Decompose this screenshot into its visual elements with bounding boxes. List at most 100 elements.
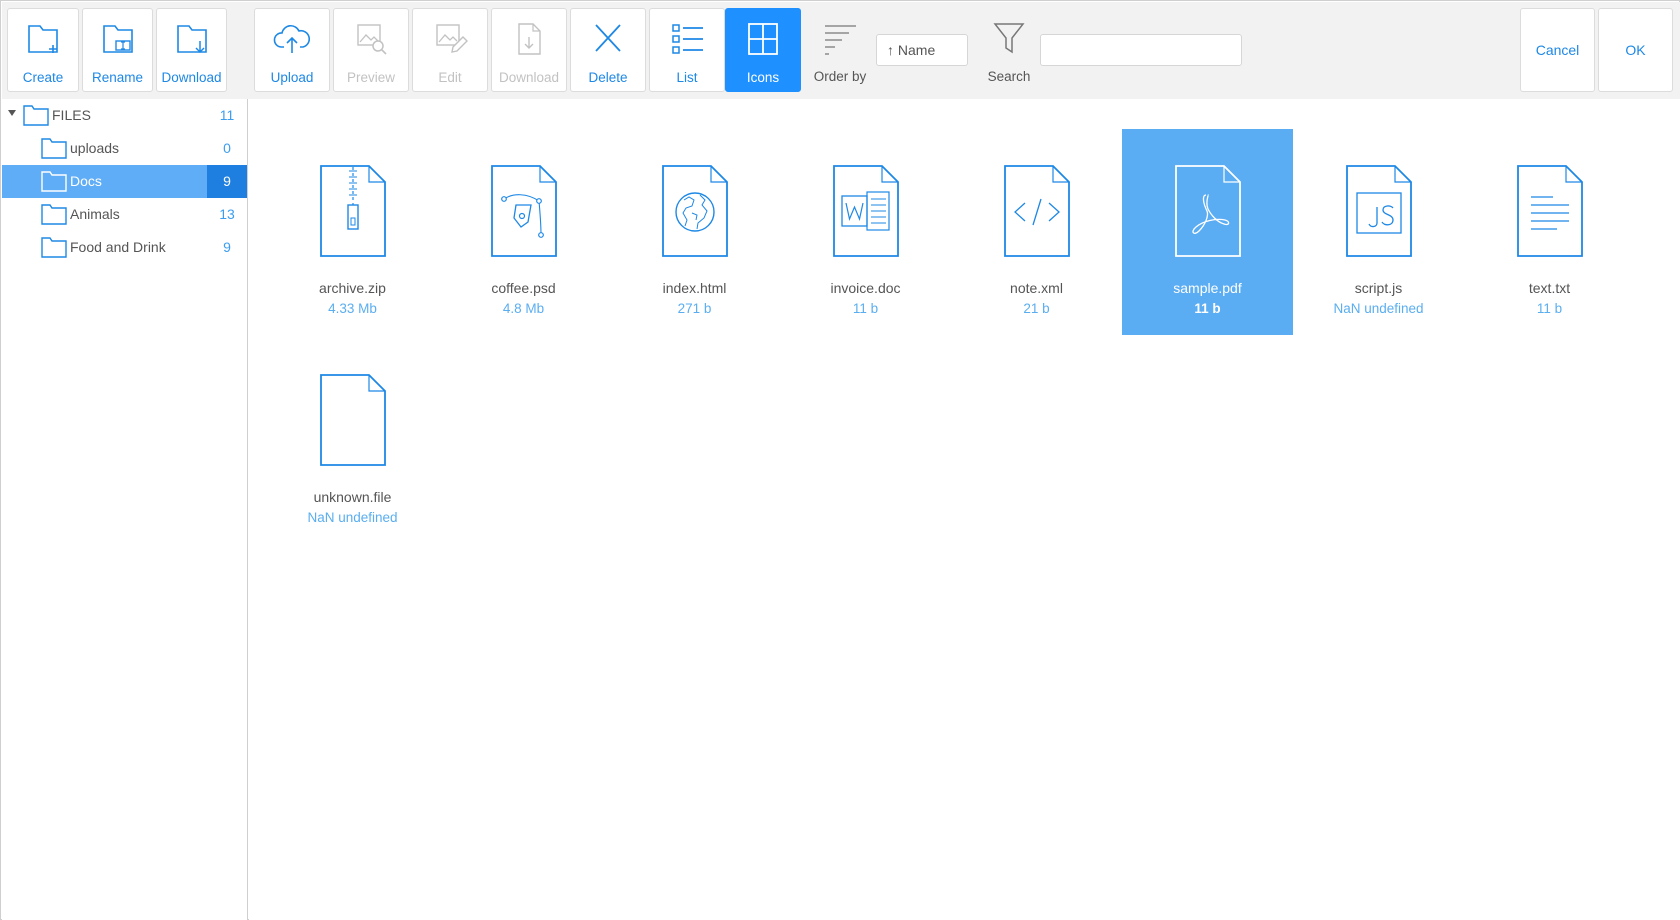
ok-button[interactable]: OK [1598,8,1673,92]
tree-item-food-and-drink[interactable]: Food and Drink 9 [2,231,247,264]
download-folder-button[interactable]: Download [156,8,227,92]
tree-root-label: FILES [52,107,91,123]
cloud-upload-icon [273,25,311,53]
folder-icon [41,138,67,159]
blank-file-icon [319,374,386,466]
search-control: Search [980,8,1038,92]
js-file-icon [1345,165,1412,257]
order-by-control: Order by [810,8,870,92]
file-tile-sample-pdf[interactable]: sample.pdf 11 b [1122,129,1293,335]
upload-button[interactable]: Upload [254,8,330,92]
psd-file-icon [490,165,557,257]
tree-item-label: Food and Drink [70,239,166,255]
delete-button[interactable]: Delete [570,8,646,92]
tree-root-count: 11 [219,107,235,123]
edit-button[interactable]: Edit [412,8,488,92]
file-name: coffee.psd [491,280,556,296]
file-name: text.txt [1528,280,1571,296]
file-name: script.js [1354,280,1403,296]
file-size: NaN undefined [1333,301,1424,316]
toolbar: Create Rename Download Upload Preview Ed… [2,2,1680,99]
file-tile-unknown-file[interactable]: unknown.file NaN undefined [267,338,438,544]
preview-label: Preview [346,70,395,85]
edit-label: Edit [438,70,462,85]
tree-item-count: 13 [219,206,235,222]
create-button[interactable]: Create [7,8,79,92]
download-file-button[interactable]: Download [491,8,567,92]
sort-icon [825,25,856,55]
delete-label: Delete [588,70,628,85]
file-tile-coffee-psd[interactable]: coffee.psd 4.8 Mb [438,129,609,335]
tree-item-uploads[interactable]: uploads 0 [2,132,247,165]
icons-view-label: Icons [746,70,780,85]
image-edit-icon [436,24,468,53]
filter-icon [993,23,1025,54]
tree-item-docs[interactable]: Docs 9 [2,165,247,198]
list-view-icon [672,24,703,54]
file-grid: archive.zip 4.33 Mb coffee.psd 4.8 Mb in… [249,99,1680,920]
search-label: Search [987,69,1031,84]
file-size: 11 b [1536,301,1563,316]
html-file-icon [661,165,728,257]
zip-file-icon [319,165,386,257]
download-folder-label: Download [161,70,222,85]
file-tile-script-js[interactable]: script.js NaN undefined [1293,129,1464,335]
word-file-icon [832,165,899,257]
order-by-select[interactable]: ↑ Name [876,34,968,66]
tree-item-count: 9 [207,165,247,198]
file-tile-index-html[interactable]: index.html 271 b [609,129,780,335]
file-size: 4.8 Mb [502,301,545,316]
tree-item-count: 9 [223,239,231,255]
file-name: index.html [662,280,727,296]
create-label: Create [22,70,64,85]
tree-item-label: Docs [70,173,102,189]
tree-root-files[interactable]: FILES 11 [2,99,247,132]
file-size: 11 b [852,301,879,316]
tree-item-animals[interactable]: Animals 13 [2,198,247,231]
file-name: unknown.file [313,489,392,505]
folder-icon [23,105,49,126]
list-view-button[interactable]: List [649,8,725,92]
file-name: archive.zip [319,280,386,296]
tree-item-count: 0 [223,140,231,156]
file-tile-note-xml[interactable]: note.xml 21 b [951,129,1122,335]
file-size: 21 b [1023,301,1050,316]
expand-caret-icon[interactable] [8,110,16,116]
xml-file-icon [1003,165,1070,257]
icons-view-button[interactable]: Icons [725,8,801,92]
tree-item-label: uploads [70,140,120,156]
file-name: note.xml [1010,280,1063,296]
file-name: sample.pdf [1173,280,1242,296]
file-size: 271 b [677,301,712,316]
list-view-label: List [676,70,698,85]
folder-tree: FILES 11 uploads 0 Docs 9 Animals 13 Foo… [2,99,248,920]
grid-view-icon [748,23,778,55]
file-size: 11 b [1194,301,1221,316]
folder-icon [41,237,67,258]
upload-label: Upload [270,70,314,85]
tree-item-label: Animals [70,206,120,222]
file-tile-archive-zip[interactable]: archive.zip 4.33 Mb [267,129,438,335]
folder-rename-icon [102,25,133,53]
file-tile-text-txt[interactable]: text.txt 11 b [1464,129,1635,335]
file-tile-invoice-doc[interactable]: invoice.doc 11 b [780,129,951,335]
folder-download-icon [176,25,207,54]
folder-plus-icon [28,25,58,53]
rename-button[interactable]: Rename [82,8,153,92]
close-icon [595,24,621,52]
text-file-icon [1516,165,1583,257]
cancel-button[interactable]: Cancel [1520,8,1595,92]
file-size: 4.33 Mb [328,301,377,316]
pdf-file-icon [1174,165,1241,257]
preview-button[interactable]: Preview [333,8,409,92]
folder-icon [41,171,67,192]
order-by-label: Order by [813,69,867,84]
folder-icon [41,204,67,225]
file-name: invoice.doc [830,280,901,296]
download-file-label: Download [498,70,560,85]
file-size: NaN undefined [307,510,398,525]
rename-label: Rename [91,70,144,85]
file-download-icon [518,23,541,55]
search-input[interactable] [1040,34,1242,66]
image-search-icon [357,24,387,55]
